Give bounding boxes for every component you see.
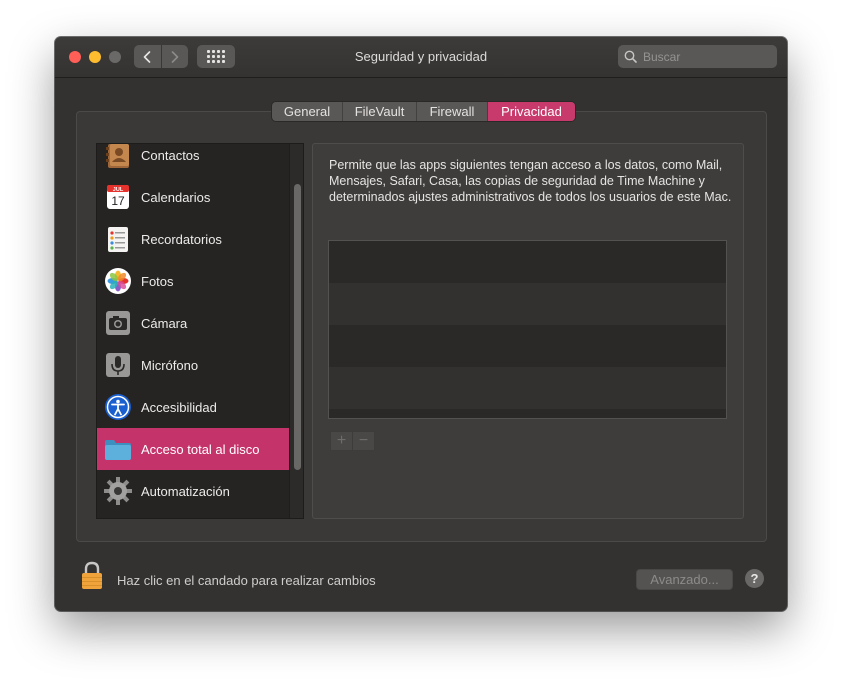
list-row	[329, 325, 726, 367]
list-row	[329, 241, 726, 283]
search-icon	[624, 50, 637, 63]
search-input[interactable]	[641, 48, 775, 65]
tab-privacidad[interactable]: Privacidad	[488, 102, 575, 121]
privacy-description: Permite que las apps siguientes tengan a…	[329, 158, 732, 204]
nav-buttons	[134, 45, 188, 68]
sidebar-item-label: Cámara	[141, 315, 188, 331]
zoom-button[interactable]	[109, 51, 121, 63]
tab-firewall[interactable]: Firewall	[417, 102, 488, 121]
title-bar: Seguridad y privacidad	[55, 37, 787, 78]
chevron-right-icon	[171, 50, 179, 63]
show-all-grid-icon	[207, 50, 225, 63]
scrollbar-thumb[interactable]	[294, 184, 301, 470]
app-list[interactable]	[328, 240, 727, 419]
privacy-category-list[interactable]: Contactos JUL 17 Calendarios Recordatori…	[96, 143, 304, 519]
reminders-icon	[103, 224, 133, 254]
add-button[interactable]: +	[330, 431, 353, 451]
minimize-button[interactable]	[89, 51, 101, 63]
sidebar-item-label: Automatización	[141, 483, 230, 499]
search-field[interactable]	[618, 45, 777, 68]
sidebar-item-automatizacion[interactable]: Automatización	[97, 470, 289, 512]
microphone-icon	[103, 350, 133, 380]
sidebar-item-camara[interactable]: Cámara	[97, 302, 289, 344]
back-button[interactable]	[134, 45, 162, 68]
preferences-window: Seguridad y privacidad General File	[55, 37, 787, 611]
close-button[interactable]	[69, 51, 81, 63]
tab-filevault[interactable]: FileVault	[343, 102, 417, 121]
sidebar-item-label: Fotos	[141, 273, 174, 289]
lock-icon[interactable]	[80, 561, 104, 596]
tab-general[interactable]: General	[272, 102, 343, 121]
sidebar-item-microfono[interactable]: Micrófono	[97, 344, 289, 386]
show-all-button[interactable]	[197, 45, 235, 68]
remove-button[interactable]: −	[353, 431, 375, 451]
sidebar-item-label: Micrófono	[141, 357, 199, 373]
list-row	[329, 283, 726, 325]
list-scrollbar[interactable]	[289, 144, 303, 518]
help-button[interactable]: ?	[745, 569, 764, 588]
list-row	[329, 367, 726, 409]
tab-bar: General FileVault Firewall Privacidad	[272, 102, 575, 121]
folder-icon	[103, 434, 133, 464]
sidebar-item-label: Calendarios	[141, 189, 211, 205]
gear-icon	[103, 476, 133, 506]
camera-icon	[103, 308, 133, 338]
sidebar-item-recordatorios[interactable]: Recordatorios	[97, 218, 289, 260]
calendar-icon: JUL 17	[103, 182, 133, 212]
sidebar-item-label: Accesibilidad	[141, 399, 217, 415]
forward-button[interactable]	[162, 45, 189, 68]
add-remove-buttons: + −	[330, 431, 375, 451]
photos-icon	[103, 266, 133, 296]
sidebar-item-label: Acceso total al disco	[141, 441, 260, 457]
lock-status-text: Haz clic en el candado para realizar cam…	[117, 573, 376, 588]
sidebar-item-contactos[interactable]: Contactos	[97, 144, 289, 176]
accessibility-icon	[103, 392, 133, 422]
detail-pane: Permite que las apps siguientes tengan a…	[312, 143, 744, 519]
calendar-icon-month: JUL	[113, 187, 124, 193]
sidebar-item-fotos[interactable]: Fotos	[97, 260, 289, 302]
contacts-icon	[103, 144, 133, 170]
calendar-icon-day: 17	[111, 194, 125, 208]
sidebar-item-accesibilidad[interactable]: Accesibilidad	[97, 386, 289, 428]
sidebar-item-calendarios[interactable]: JUL 17 Calendarios	[97, 176, 289, 218]
advanced-button[interactable]: Avanzado...	[636, 569, 733, 590]
chevron-left-icon	[143, 50, 151, 63]
sidebar-item-label: Recordatorios	[141, 231, 222, 247]
sidebar-item-label: Contactos	[141, 147, 200, 163]
sidebar-item-acceso-total-al-disco[interactable]: Acceso total al disco	[97, 428, 289, 470]
